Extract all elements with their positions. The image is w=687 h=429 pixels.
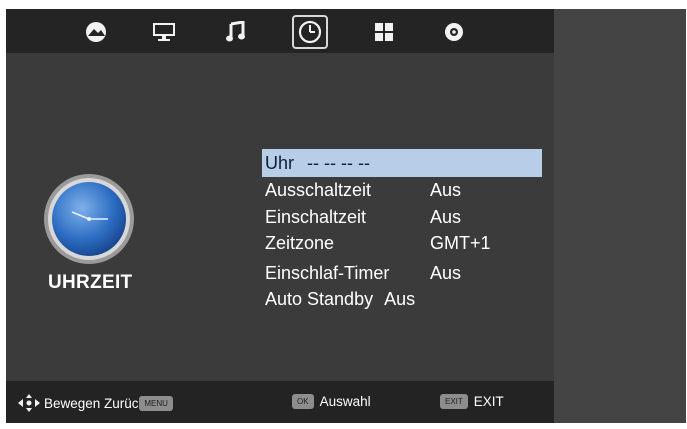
tab-time[interactable] — [292, 15, 328, 49]
footer-move-back: Bewegen Zurück MENU — [18, 394, 179, 412]
clock-value: -- -- -- -- — [307, 153, 370, 173]
move-back-text: Bewegen Zurück — [44, 395, 146, 411]
sleep-timer-label: Einschlaf-Timer — [265, 262, 390, 283]
footer-select: OK Auswahl — [286, 394, 371, 409]
tab-sound[interactable] — [218, 15, 254, 49]
auto-standby-value: Aus — [384, 289, 416, 309]
navigation-arrows-icon — [18, 394, 40, 412]
auto-standby-label: Auto Standby — [265, 289, 374, 309]
select-text: Auswahl — [319, 394, 371, 409]
timezone-label: Zeitzone — [265, 233, 335, 253]
tv-screen: UHRZEIT Uhr -- -- -- -- Ausschaltzeit Au… — [6, 9, 686, 423]
menu-item-off-timer[interactable]: Ausschaltzeit Aus — [262, 177, 542, 204]
right-empty-pane — [554, 9, 686, 423]
menu-key-badge: MENU — [139, 395, 173, 411]
menu-item-auto-standby[interactable]: Auto Standby Aus — [262, 286, 542, 313]
off-timer-value: Aus — [430, 180, 462, 200]
menu-panel: UHRZEIT Uhr -- -- -- -- Ausschaltzeit Au… — [6, 9, 554, 423]
monitor-icon — [153, 23, 175, 41]
tab-picture[interactable] — [78, 15, 114, 49]
on-timer-value: Aus — [430, 206, 462, 227]
settings-icon — [445, 23, 463, 41]
menu-item-clock[interactable]: Uhr -- -- -- -- — [262, 149, 542, 177]
grid-icon — [375, 23, 393, 41]
menu-item-timezone[interactable]: Zeitzone GMT+1 — [262, 230, 542, 257]
timezone-value: GMT+1 — [430, 233, 491, 253]
clock-label: Uhr — [265, 153, 295, 173]
clock-icon — [298, 20, 322, 44]
picture-icon — [86, 22, 106, 42]
music-icon — [226, 21, 245, 42]
exit-text: EXIT — [473, 394, 504, 409]
off-timer-label: Ausschaltzeit — [265, 180, 372, 200]
on-timer-label: Einschaltzeit — [265, 206, 367, 227]
time-menu-list: Uhr -- -- -- -- Ausschaltzeit Aus Einsch… — [262, 149, 542, 313]
tab-picture-settings[interactable] — [146, 15, 182, 49]
exit-key-badge: EXIT — [440, 394, 468, 409]
menu-item-on-timer[interactable]: Einschaltzeit Aus — [262, 204, 542, 231]
menu-tab-bar — [6, 9, 554, 53]
section-title: UHRZEIT — [48, 272, 133, 293]
footer-exit: EXIT EXIT — [434, 394, 504, 409]
sleep-timer-value: Aus — [430, 262, 462, 283]
tab-setup[interactable] — [366, 15, 402, 49]
footer-help-bar: Bewegen Zurück MENU OK Auswahl EXIT EXIT — [6, 381, 554, 423]
ok-key-badge: OK — [292, 394, 314, 409]
menu-item-sleep-timer[interactable]: Einschlaf-Timer Aus — [262, 260, 542, 287]
tab-settings[interactable] — [436, 15, 472, 49]
section-clock-icon — [42, 172, 136, 271]
